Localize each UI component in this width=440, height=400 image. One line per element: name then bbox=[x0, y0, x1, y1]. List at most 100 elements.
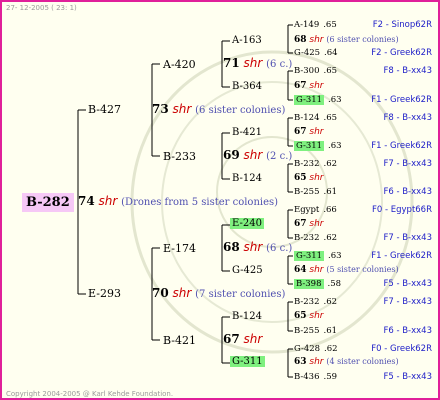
l3-num-1: 68 bbox=[294, 35, 307, 45]
l3-num-3: 67 bbox=[294, 127, 307, 137]
l3-node-1[interactable]: A-163 bbox=[232, 36, 262, 46]
l3-shr-1: shr bbox=[309, 35, 324, 45]
l3-node-8[interactable]: G-311 bbox=[230, 356, 265, 367]
l3-node-7[interactable]: B-124 bbox=[232, 312, 262, 322]
l2-note-1: (6 c.) bbox=[266, 59, 293, 70]
l4-node-9[interactable]: Egypt .66 bbox=[294, 206, 337, 215]
root-node[interactable]: B-282 bbox=[22, 193, 74, 212]
l2-shr-4: shr bbox=[243, 332, 263, 346]
l4-value-2: .64 bbox=[324, 48, 338, 58]
l4-value-7: .62 bbox=[323, 159, 338, 169]
l1-info-1: 73 shr (6 sister colonies) bbox=[152, 103, 285, 116]
l2-num-3: 68 bbox=[223, 240, 240, 254]
l2-shr-1: shr bbox=[243, 56, 263, 70]
root-info: 74 shr (Drones from 5 sister colonies) bbox=[78, 195, 278, 208]
l3-node-6[interactable]: G-425 bbox=[232, 266, 263, 276]
l1-shr-1: shr bbox=[172, 102, 192, 116]
l2-note-3: (6 c.) bbox=[266, 243, 293, 254]
copyright-text: Copyright 2004-2005 @ Karl Kehde Foundat… bbox=[6, 390, 174, 398]
l3-num-6: 64 bbox=[294, 265, 307, 275]
l2-info-2: 69 shr (2 c.) bbox=[223, 149, 292, 162]
l3-num-7: 65 bbox=[294, 311, 307, 321]
l3-num-4: 65 bbox=[294, 173, 307, 183]
l3-info-8: 63 shr (4 sister colonies) bbox=[294, 358, 399, 367]
l3-note-1: (6 sister colonies) bbox=[326, 35, 399, 44]
l4-label-6: G-311 bbox=[294, 141, 325, 151]
l2-info-4: 67 shr bbox=[223, 333, 262, 346]
l3-info-6: 64 shr (5 sister colonies) bbox=[294, 266, 399, 275]
l2-num-1: 71 bbox=[223, 56, 240, 70]
l2-node-4[interactable]: B-421 bbox=[163, 335, 196, 346]
l4-node-12[interactable]: B-398.58 bbox=[294, 279, 342, 289]
l3-node-2[interactable]: B-364 bbox=[232, 82, 262, 92]
l4-origin-3: F8 - B-xx43 bbox=[383, 66, 432, 76]
l4-value-10: .62 bbox=[323, 233, 338, 243]
l4-node-14[interactable]: B-255.61 bbox=[294, 327, 337, 336]
l4-label-1: A-149 bbox=[294, 20, 320, 30]
l4-origin-9: F0 - Egypt66R bbox=[371, 205, 432, 215]
l4-label-9: Egypt bbox=[294, 205, 320, 215]
l4-value-9: .66 bbox=[323, 205, 337, 215]
l4-value-5: .65 bbox=[323, 113, 338, 123]
l3-shr-4: shr bbox=[309, 173, 324, 183]
l4-origin-1: F2 - Sinop62R bbox=[372, 20, 432, 30]
l3-shr-5: shr bbox=[309, 219, 324, 229]
root-label: B-282 bbox=[22, 193, 74, 212]
l4-value-12: .58 bbox=[327, 279, 342, 289]
l4-node-6[interactable]: G-311.63 bbox=[294, 141, 342, 151]
l2-shr-2: shr bbox=[243, 148, 263, 162]
l4-node-11[interactable]: G-311.63 bbox=[294, 251, 342, 261]
l3-shr-6: shr bbox=[309, 265, 324, 275]
l4-value-15: .62 bbox=[324, 344, 338, 354]
l3-info-2: 67 shr bbox=[294, 82, 324, 91]
l4-label-12: B-398 bbox=[294, 279, 324, 289]
l4-node-13[interactable]: B-232.62 bbox=[294, 298, 337, 307]
l3-shr-2: shr bbox=[309, 81, 324, 91]
l4-node-4[interactable]: G-311.63 bbox=[294, 95, 342, 105]
l4-value-6: .63 bbox=[328, 141, 342, 151]
l4-node-16[interactable]: B-436.59 bbox=[294, 373, 337, 382]
l2-node-2[interactable]: B-233 bbox=[163, 151, 196, 162]
l1-note-1: (6 sister colonies) bbox=[195, 105, 286, 116]
l3-num-8: 63 bbox=[294, 357, 307, 367]
l3-num-2: 67 bbox=[294, 81, 307, 91]
l1-node-2[interactable]: E-293 bbox=[88, 288, 121, 299]
l3-shr-3: shr bbox=[309, 127, 324, 137]
l2-node-3[interactable]: E-174 bbox=[163, 243, 196, 254]
l4-value-3: .65 bbox=[323, 66, 338, 76]
l4-label-5: B-124 bbox=[294, 113, 320, 123]
l3-info-4: 65 shr bbox=[294, 174, 324, 183]
l4-node-10[interactable]: B-232.62 bbox=[294, 234, 337, 243]
l3-info-5: 67 shr bbox=[294, 220, 324, 229]
l3-node-5[interactable]: E-240 bbox=[230, 218, 264, 229]
l1-node-1[interactable]: B-427 bbox=[88, 104, 121, 115]
l3-node-4[interactable]: B-124 bbox=[232, 174, 262, 184]
l2-note-2: (2 c.) bbox=[266, 151, 293, 162]
l4-label-8: B-255 bbox=[294, 187, 320, 197]
l4-origin-16: F5 - B-xx43 bbox=[383, 372, 432, 382]
l4-origin-11: F1 - Greek62R bbox=[371, 251, 432, 261]
l4-node-7[interactable]: B-232.62 bbox=[294, 160, 337, 169]
l1-num-2: 70 bbox=[152, 286, 169, 300]
l2-node-1[interactable]: A-420 bbox=[163, 59, 196, 70]
l3-node-3[interactable]: B-421 bbox=[232, 128, 262, 138]
l4-node-1[interactable]: A-149.65 bbox=[294, 21, 337, 30]
l4-value-4: .63 bbox=[328, 95, 342, 105]
l4-label-13: B-232 bbox=[294, 297, 320, 307]
l3-note-8: (4 sister colonies) bbox=[326, 357, 399, 366]
root-num: 74 bbox=[78, 194, 95, 208]
l4-label-7: B-232 bbox=[294, 159, 320, 169]
l4-origin-14: F6 - B-xx43 bbox=[383, 326, 432, 336]
date-stamp: 27- 12-2005 ( 23: 1) bbox=[6, 4, 77, 12]
l4-node-3[interactable]: B-300.65 bbox=[294, 67, 337, 76]
l4-node-8[interactable]: B-255.61 bbox=[294, 188, 337, 197]
l4-node-2[interactable]: G-425.64 bbox=[294, 49, 338, 58]
l3-info-3: 67 shr bbox=[294, 128, 324, 137]
l4-origin-2: F2 - Greek62R bbox=[371, 48, 432, 58]
l4-origin-10: F7 - B-xx43 bbox=[383, 233, 432, 243]
l4-node-5[interactable]: B-124.65 bbox=[294, 114, 337, 123]
l4-origin-7: F7 - B-xx43 bbox=[383, 159, 432, 169]
l4-label-15: G-428 bbox=[294, 344, 321, 354]
l4-node-15[interactable]: G-428.62 bbox=[294, 345, 338, 354]
l2-num-2: 69 bbox=[223, 148, 240, 162]
